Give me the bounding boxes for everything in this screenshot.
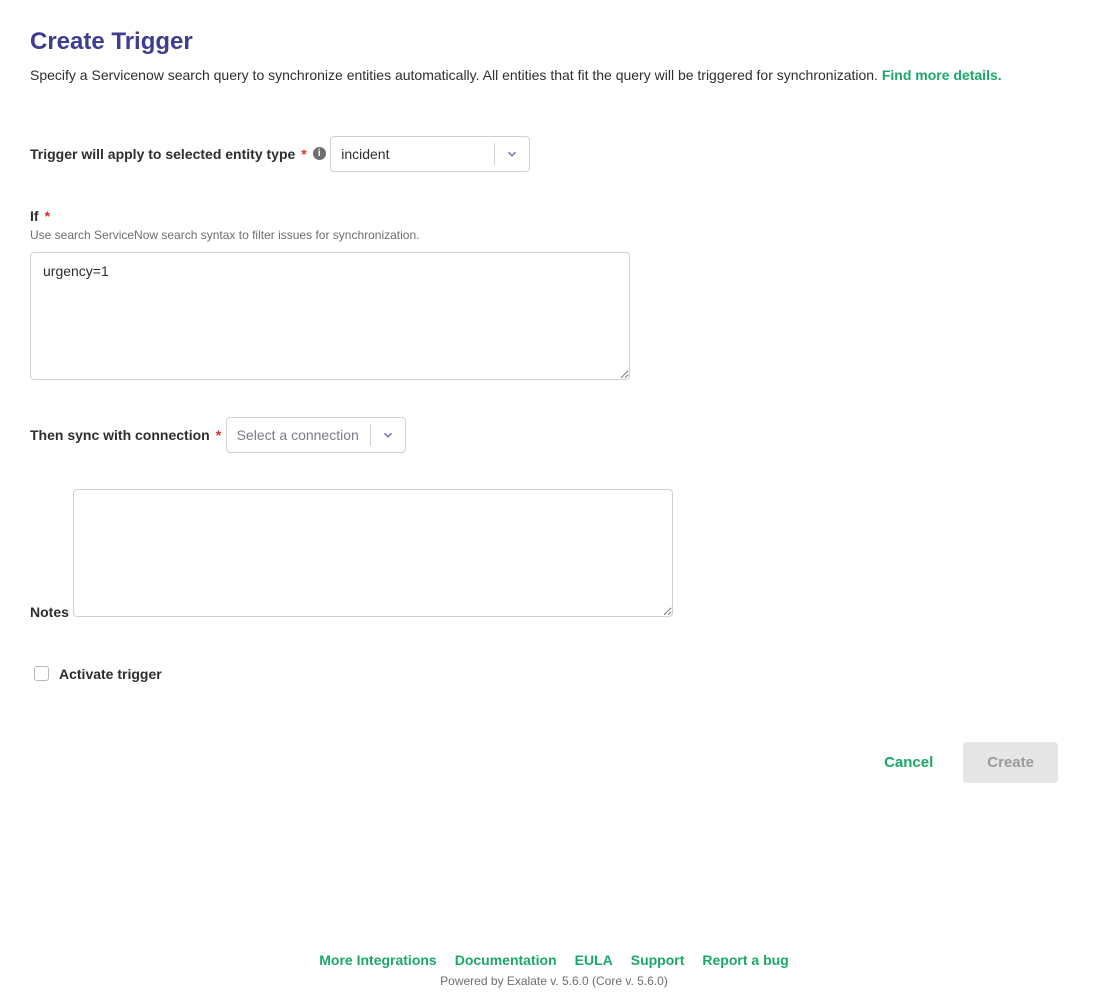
more-integrations-link[interactable]: More Integrations [319,952,436,968]
connection-select[interactable]: Select a connection [226,417,406,453]
if-help-text: Use search ServiceNow search syntax to f… [30,228,1078,242]
required-asterisk: * [216,427,221,443]
activate-trigger-checkbox[interactable] [34,666,49,681]
entity-type-label-text: Trigger will apply to selected entity ty… [30,146,295,162]
required-asterisk: * [301,146,306,162]
footer-links: More Integrations Documentation EULA Sup… [0,952,1108,968]
cancel-button[interactable]: Cancel [878,744,939,781]
connection-placeholder: Select a connection [237,427,360,443]
select-divider [494,143,495,165]
chevron-down-icon [381,428,395,442]
if-query-input[interactable] [30,252,630,380]
connection-field: Then sync with connection * Select a conn… [30,417,1078,457]
report-bug-link[interactable]: Report a bug [702,952,788,968]
notes-label: Notes [30,604,69,620]
notes-input[interactable] [73,489,673,617]
entity-type-value: incident [341,146,484,162]
info-icon[interactable]: i [313,147,326,160]
activate-trigger-row: Activate trigger [34,666,1078,682]
documentation-link[interactable]: Documentation [455,952,557,968]
required-asterisk: * [45,208,50,224]
select-divider [370,424,371,446]
footer-version: Powered by Exalate v. 5.6.0 (Core v. 5.6… [0,974,1108,988]
if-label-text: If [30,208,39,224]
support-link[interactable]: Support [631,952,685,968]
if-label: If * [30,208,50,224]
activate-trigger-label: Activate trigger [59,666,162,682]
footer: More Integrations Documentation EULA Sup… [0,952,1108,988]
find-more-details-link[interactable]: Find more details. [882,67,1002,83]
create-button[interactable]: Create [963,742,1058,783]
if-field: If * Use search ServiceNow search syntax … [30,208,1078,385]
entity-type-label: Trigger will apply to selected entity ty… [30,146,326,162]
entity-type-field: Trigger will apply to selected entity ty… [30,136,1078,176]
connection-label-text: Then sync with connection [30,427,210,443]
connection-label: Then sync with connection * [30,427,221,443]
chevron-down-icon [505,147,519,161]
entity-type-select[interactable]: incident [330,136,530,172]
notes-field: Notes [30,489,1078,634]
action-buttons: Cancel Create [30,742,1078,783]
eula-link[interactable]: EULA [575,952,613,968]
page-title: Create Trigger [30,28,1078,56]
description-text: Specify a Servicenow search query to syn… [30,67,882,83]
notes-label-text: Notes [30,604,69,620]
page-description: Specify a Servicenow search query to syn… [30,66,1078,86]
